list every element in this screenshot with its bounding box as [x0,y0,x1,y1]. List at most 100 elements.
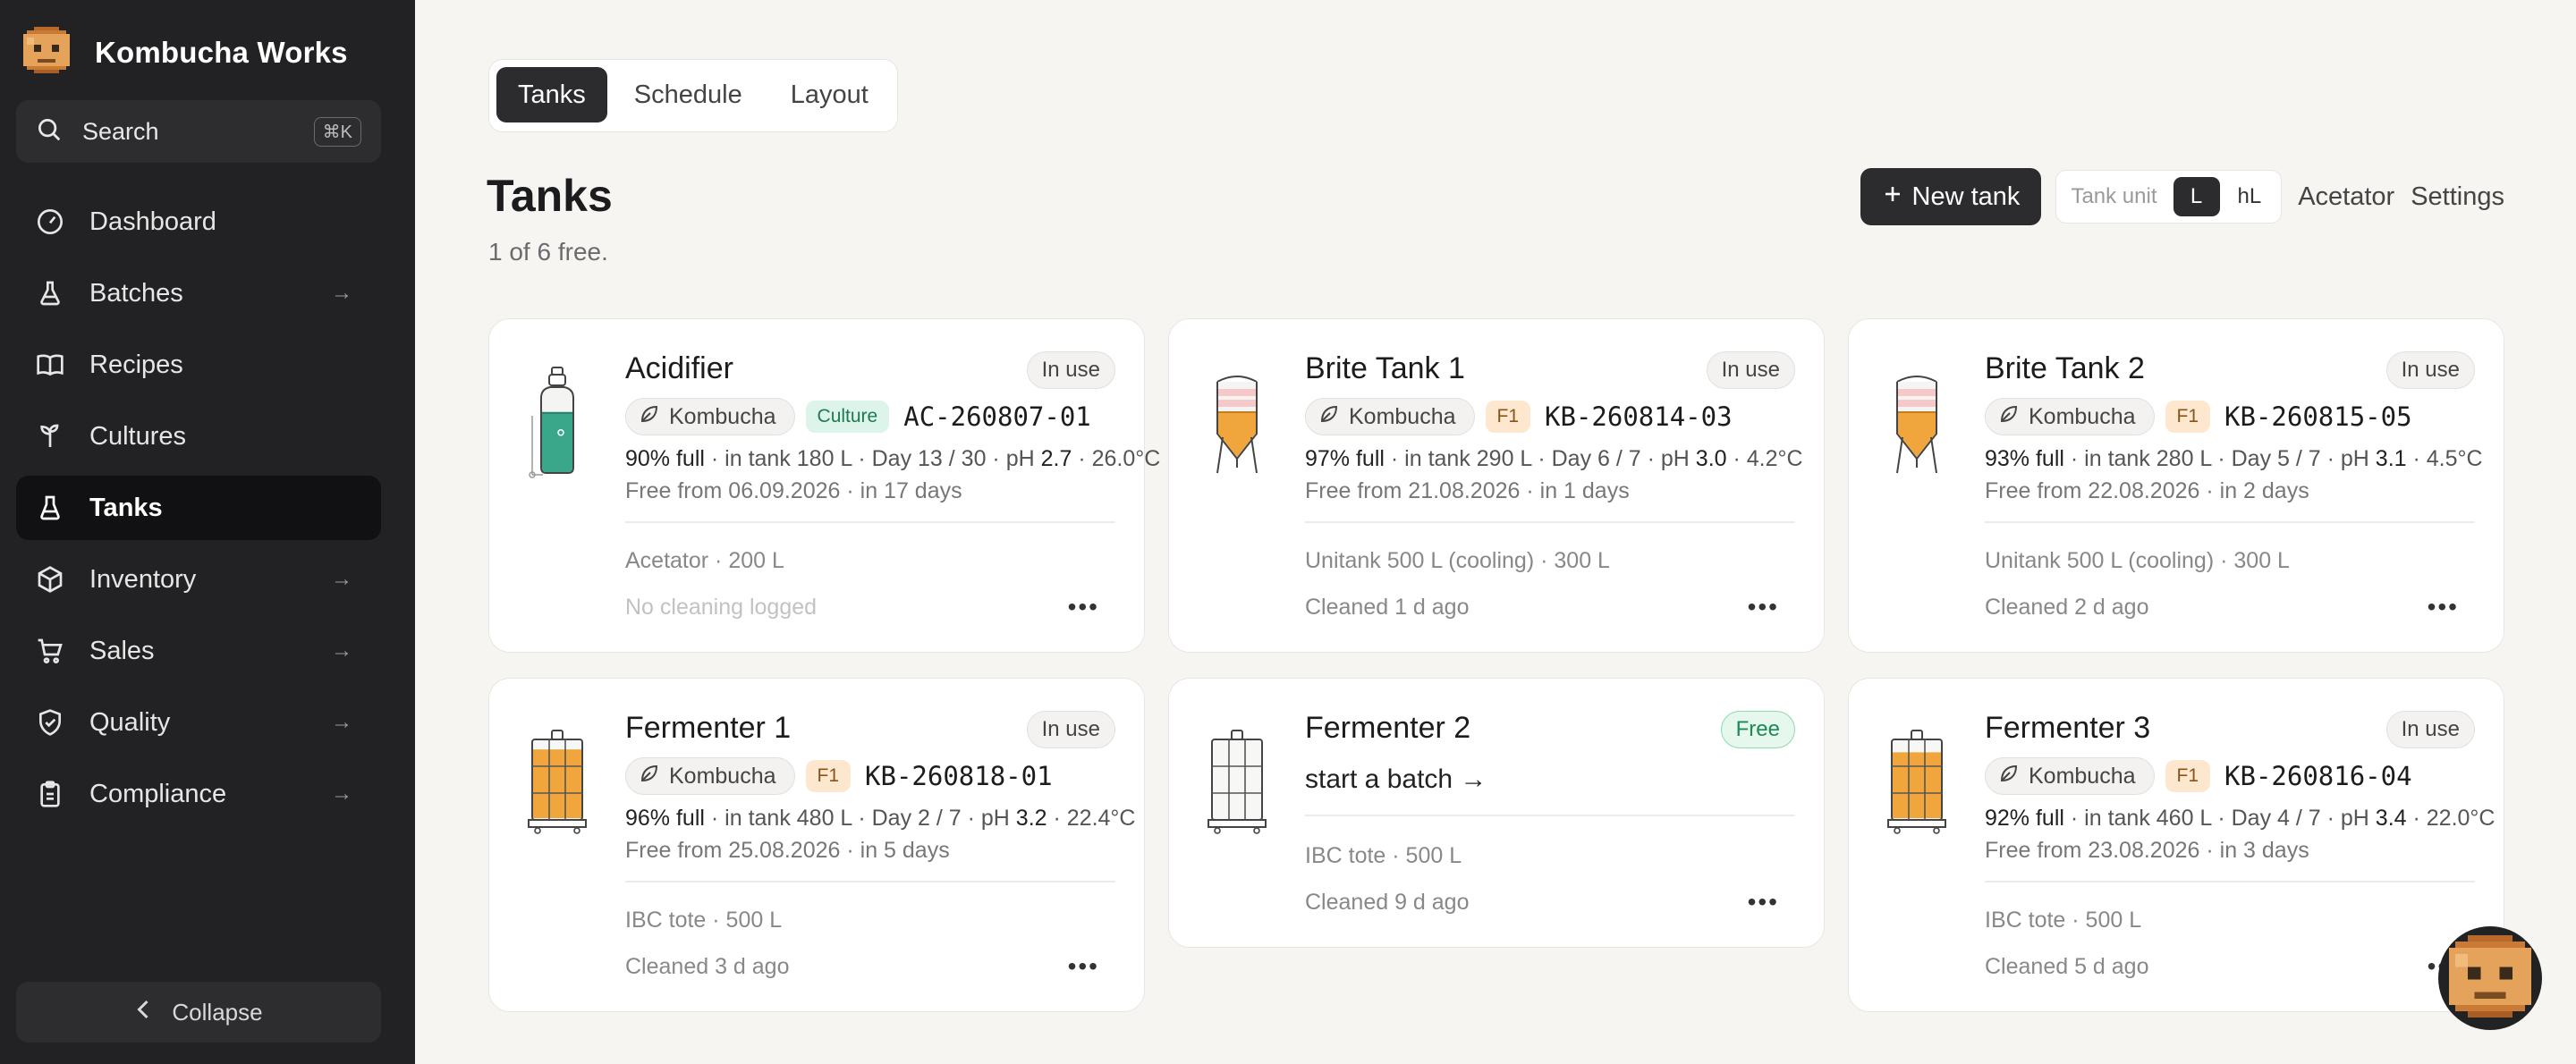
stage-badge: F1 [805,760,852,792]
sidebar-item-inventory[interactable]: Inventory → [16,547,381,612]
status-badge: In use [2385,711,2475,748]
toolbar: New tank Tank unit L hL Acetator Setting… [1860,168,2504,225]
batch-code[interactable]: AC-260807-01 [903,401,1091,432]
tank-title: Fermenter 2 [1305,711,1471,745]
more-options-icon[interactable]: ••• [2428,593,2459,621]
status-badge: In use [1706,351,1795,389]
sidebar-item-quality[interactable]: Quality → [16,690,381,755]
tank-illustration [1205,362,1269,478]
batch-code[interactable]: KB-260818-01 [865,761,1053,791]
search-icon [36,116,63,148]
cart-icon [34,635,66,667]
more-options-icon[interactable]: ••• [1068,952,1099,981]
sidebar-item-batches[interactable]: Batches → [16,261,381,325]
tank-unit-toggle: Tank unit L hL [2055,170,2283,224]
product-chip[interactable]: Kombucha [625,398,795,435]
arrow-right-icon: → [331,781,352,806]
sidebar-item-cultures[interactable]: Cultures [16,404,381,469]
tank-card[interactable]: Acidifier In use Kombucha Culture AC-260… [488,318,1160,653]
product-chip[interactable]: Kombucha [1985,757,2155,795]
tank-illustration [525,362,589,478]
arrow-right-icon: → [331,281,352,305]
box-icon [34,563,66,595]
sidebar-item-recipes[interactable]: Recipes [16,333,381,397]
tank-stats: 96% full · in tank 480 L · Day 2 / 7 · p… [625,806,1136,831]
free-from: Free from 25.08.2026 · in 5 days [625,838,950,863]
search-shortcut: ⌘K [313,116,361,147]
divider [1985,521,2475,523]
divider [1985,881,2475,882]
batch-code[interactable]: KB-260815-05 [2224,401,2412,432]
tank-card[interactable]: Fermenter 3 In use Kombucha F1 KB-260816… [1848,678,2504,1012]
product-chip[interactable]: Kombucha [1305,398,1475,435]
tank-unit-label: Tank unit [2071,184,2157,208]
status-badge: In use [2385,351,2475,389]
leaf-icon [1998,763,2020,790]
brand[interactable]: Kombucha Works [23,27,348,78]
batch-code[interactable]: KB-260814-03 [1545,401,1733,432]
tab-schedule[interactable]: Schedule [613,67,764,122]
tank-stats: 97% full · in tank 290 L · Day 6 / 7 · p… [1305,446,1803,471]
free-from: Free from 21.08.2026 · in 1 days [1305,478,1630,503]
stage-badge: Culture [805,401,890,433]
app-name: Kombucha Works [95,35,348,69]
vessel-info: IBC tote · 500 L [625,908,783,933]
product-chip[interactable]: Kombucha [625,757,795,795]
chevron-left-icon [134,999,152,1026]
cleaning-info: Cleaned 5 d ago [1985,954,2149,979]
more-options-icon[interactable]: ••• [1068,593,1099,621]
new-tank-button[interactable]: New tank [1860,168,2042,225]
tank-card[interactable]: Fermenter 2 Free start a batch → IBC tot… [1168,678,1825,948]
sidebar-item-sales[interactable]: Sales → [16,619,381,683]
leaf-icon [639,763,660,790]
search-box[interactable]: Search ⌘K [16,100,381,163]
sidebar-item-compliance[interactable]: Compliance → [16,762,381,826]
cleaning-info: Cleaned 1 d ago [1305,595,1470,620]
leaf-icon [639,403,660,431]
free-from: Free from 23.08.2026 · in 3 days [1985,838,2309,863]
clipboard-icon [34,778,66,810]
more-options-icon[interactable]: ••• [1748,593,1779,621]
sidebar-item-dashboard[interactable]: Dashboard [16,190,381,254]
beaker-icon [34,492,66,524]
tank-card[interactable]: Fermenter 1 In use Kombucha F1 KB-260818… [488,678,1145,1012]
cleaning-info: Cleaned 2 d ago [1985,595,2149,620]
tank-stats: 92% full · in tank 460 L · Day 4 / 7 · p… [1985,806,2496,831]
vessel-info: Unitank 500 L (cooling) · 300 L [1985,548,2290,573]
batch-tags: Kombucha Culture AC-260807-01 [625,398,1091,435]
flask-icon [34,277,66,309]
tank-card[interactable]: Brite Tank 1 In use Kombucha F1 KB-26081… [1168,318,1825,653]
tank-stats: 93% full · in tank 280 L · Day 5 / 7 · p… [1985,446,2483,471]
sprout-icon [34,420,66,452]
shield-check-icon [34,706,66,739]
tank-title: Fermenter 3 [1985,711,2151,745]
unit-option-hl[interactable]: hL [2225,177,2275,216]
cleaning-info: No cleaning logged [625,595,818,620]
tank-illustration [1885,722,1949,838]
batch-code[interactable]: KB-260816-04 [2224,761,2412,791]
arrow-right-icon: → [331,638,352,663]
start-batch-link[interactable]: start a batch → [1305,764,1487,795]
status-badge: In use [1026,711,1115,748]
collapse-button[interactable]: Collapse [16,982,381,1043]
mascot-avatar-icon [2449,934,2531,1022]
tank-card[interactable]: Brite Tank 2 In use Kombucha F1 KB-26081… [1848,318,2504,653]
settings-link[interactable]: Settings [2411,182,2504,212]
search-label: Search [82,117,159,145]
sidebar-item-tanks[interactable]: Tanks [16,476,381,540]
tank-title: Acidifier [625,351,733,385]
product-chip[interactable]: Kombucha [1985,398,2155,435]
more-options-icon[interactable]: ••• [1748,888,1779,916]
tab-layout[interactable]: Layout [769,67,890,122]
acetator-link[interactable]: Acetator [2298,182,2394,212]
status-badge: In use [1026,351,1115,389]
vessel-info: IBC tote · 500 L [1985,908,2142,933]
gauge-icon [34,206,66,238]
assistant-avatar-button[interactable] [2438,926,2542,1030]
sidebar-nav: Dashboard Batches → Recipes Cultures Tan… [16,190,381,833]
unit-option-l[interactable]: L [2173,177,2220,216]
tab-tanks[interactable]: Tanks [496,67,607,122]
status-badge: Free [1720,711,1795,748]
tank-illustration [525,722,589,838]
page-subtitle: 1 of 6 free. [488,238,608,266]
